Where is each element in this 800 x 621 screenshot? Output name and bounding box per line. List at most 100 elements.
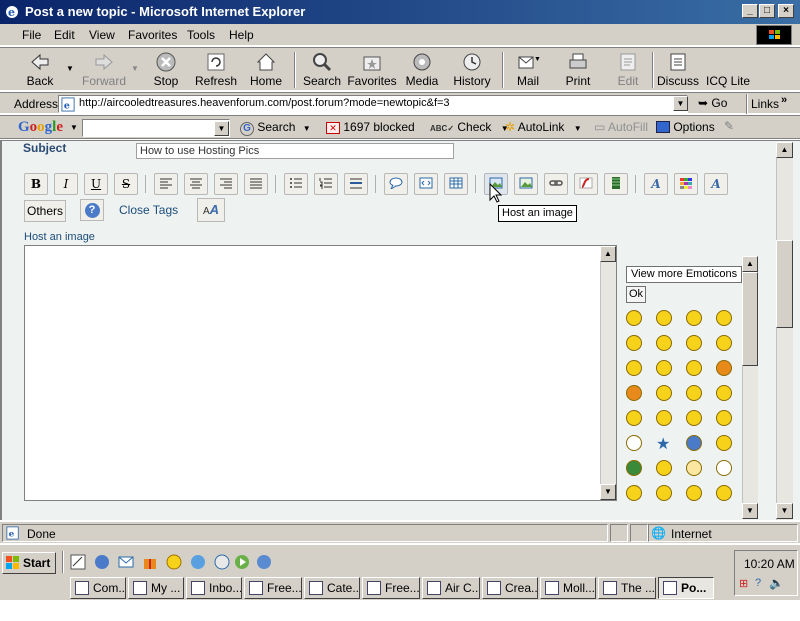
- worried-icon[interactable]: [686, 485, 702, 501]
- menu-file[interactable]: File: [22, 28, 41, 42]
- wink-icon[interactable]: [656, 360, 672, 376]
- google-search-input[interactable]: [82, 119, 230, 137]
- cheeky-icon[interactable]: [656, 485, 672, 501]
- quicklaunch-edit-icon[interactable]: [70, 554, 86, 570]
- table-button[interactable]: [444, 173, 468, 195]
- google-logo[interactable]: Google: [18, 119, 63, 136]
- confused-icon[interactable]: [716, 335, 732, 351]
- view-more-emoticons-select[interactable]: View more Emoticons: [626, 266, 742, 283]
- align-center-button[interactable]: [184, 173, 208, 195]
- page-scroll-thumb[interactable]: [776, 240, 793, 328]
- page-scroll-up-button[interactable]: ▲: [776, 142, 793, 158]
- alien-icon[interactable]: [716, 460, 732, 476]
- home-button[interactable]: Home: [248, 50, 284, 90]
- video-button[interactable]: [604, 173, 628, 195]
- google-dropdown-icon[interactable]: ▼: [70, 123, 78, 132]
- menu-tools[interactable]: Tools: [187, 28, 215, 42]
- go-button[interactable]: ➥ Go: [698, 96, 727, 110]
- task-button[interactable]: The ...: [598, 577, 656, 599]
- menu-favorites[interactable]: Favorites: [128, 28, 177, 42]
- quicklaunch-globe-icon[interactable]: [256, 554, 272, 570]
- task-button[interactable]: Crea...: [482, 577, 538, 599]
- task-button[interactable]: Free...: [244, 577, 302, 599]
- edit-button[interactable]: Edit: [612, 50, 644, 90]
- cool-icon[interactable]: [656, 335, 672, 351]
- quicklaunch-help-icon[interactable]: [214, 554, 230, 570]
- clock[interactable]: 10:20 AM: [744, 557, 795, 571]
- sad-icon[interactable]: [686, 360, 702, 376]
- forward-dropdown-icon[interactable]: ▼: [131, 64, 139, 73]
- innocent-icon[interactable]: [686, 460, 702, 476]
- color-button[interactable]: [674, 173, 698, 195]
- tray-network-icon[interactable]: ⊞: [739, 577, 748, 590]
- exclamation-icon[interactable]: [716, 385, 732, 401]
- tray-volume-icon[interactable]: 🔈: [769, 576, 784, 590]
- back-dropdown-icon[interactable]: ▼: [66, 64, 74, 73]
- numbered-list-button[interactable]: [314, 173, 338, 195]
- task-button[interactable]: Free...: [362, 577, 420, 599]
- frown-icon[interactable]: [716, 485, 732, 501]
- mail-button[interactable]: ▼ Mail: [510, 50, 546, 90]
- task-button[interactable]: Inbo...: [186, 577, 242, 599]
- code-button[interactable]: [414, 173, 438, 195]
- emoticon-scroll-up-button[interactable]: ▲: [742, 256, 758, 272]
- editor-scroll-up-button[interactable]: ▲: [600, 246, 616, 262]
- surprised-icon[interactable]: [686, 310, 702, 326]
- quote-button[interactable]: [384, 173, 408, 195]
- autofill-button[interactable]: ▭ AutoFill: [594, 120, 648, 134]
- neutral-icon[interactable]: [716, 310, 732, 326]
- page-scroll-down-button[interactable]: ▼: [776, 503, 793, 519]
- mad-icon[interactable]: [716, 410, 732, 426]
- popup-blocker-button[interactable]: ✕ 1697 blocked: [326, 120, 415, 134]
- arrow-icon[interactable]: [686, 410, 702, 426]
- blue-face-icon[interactable]: [686, 435, 702, 451]
- task-button[interactable]: Air C...: [422, 577, 480, 599]
- help-button[interactable]: ?: [80, 199, 104, 221]
- skull-icon[interactable]: [626, 435, 642, 451]
- task-button[interactable]: Com...: [70, 577, 126, 599]
- task-button[interactable]: My ...: [128, 577, 184, 599]
- tongue-icon[interactable]: [626, 360, 642, 376]
- love-icon[interactable]: [716, 435, 732, 451]
- minimize-button[interactable]: _: [742, 4, 758, 18]
- search-button[interactable]: Search: [302, 50, 342, 90]
- smirk-icon[interactable]: [686, 385, 702, 401]
- task-button[interactable]: Cate...: [304, 577, 360, 599]
- font-button[interactable]: A: [644, 173, 668, 195]
- others-button[interactable]: Others: [24, 200, 67, 222]
- editor-scrollbar[interactable]: [600, 246, 616, 500]
- spell-check-button[interactable]: ABC✓ Check ▼: [430, 120, 509, 134]
- chevron-right-icon[interactable]: »: [781, 94, 787, 106]
- image-button[interactable]: [514, 173, 538, 195]
- justify-button[interactable]: [244, 173, 268, 195]
- forward-button[interactable]: Forward: [80, 50, 128, 90]
- font-size-button[interactable]: A: [704, 173, 728, 195]
- menu-view[interactable]: View: [89, 28, 115, 42]
- bullet-list-button[interactable]: [284, 173, 308, 195]
- editor-scroll-down-button[interactable]: ▼: [600, 484, 616, 500]
- align-left-button[interactable]: [154, 173, 178, 195]
- grin-icon[interactable]: [686, 335, 702, 351]
- question-icon[interactable]: [626, 410, 642, 426]
- eyes-icon[interactable]: [626, 335, 642, 351]
- quicklaunch-outlook-icon[interactable]: [118, 554, 134, 570]
- print-button[interactable]: Print: [562, 50, 594, 90]
- shocked-icon[interactable]: [656, 385, 672, 401]
- quicklaunch-smiley-icon[interactable]: [166, 554, 182, 570]
- menu-edit[interactable]: Edit: [54, 28, 75, 42]
- pencil-icon[interactable]: ✎: [724, 119, 734, 133]
- back-button[interactable]: Back: [20, 50, 60, 90]
- media-button[interactable]: Media: [404, 50, 440, 90]
- idea-icon[interactable]: [656, 410, 672, 426]
- link-button[interactable]: [544, 173, 568, 195]
- laugh-icon[interactable]: [626, 485, 642, 501]
- emoticon-scroll-thumb[interactable]: [742, 272, 758, 366]
- star-icon[interactable]: ★: [656, 434, 670, 454]
- quicklaunch-gift-icon[interactable]: [142, 554, 158, 570]
- options-button[interactable]: Options: [656, 120, 715, 134]
- emoticons-ok-button[interactable]: Ok: [626, 286, 646, 303]
- google-search-dropdown-button[interactable]: ▼: [214, 121, 229, 136]
- favorites-button[interactable]: Favorites: [346, 50, 398, 90]
- task-button-active[interactable]: Po...: [658, 577, 714, 599]
- devil-icon[interactable]: [716, 360, 732, 376]
